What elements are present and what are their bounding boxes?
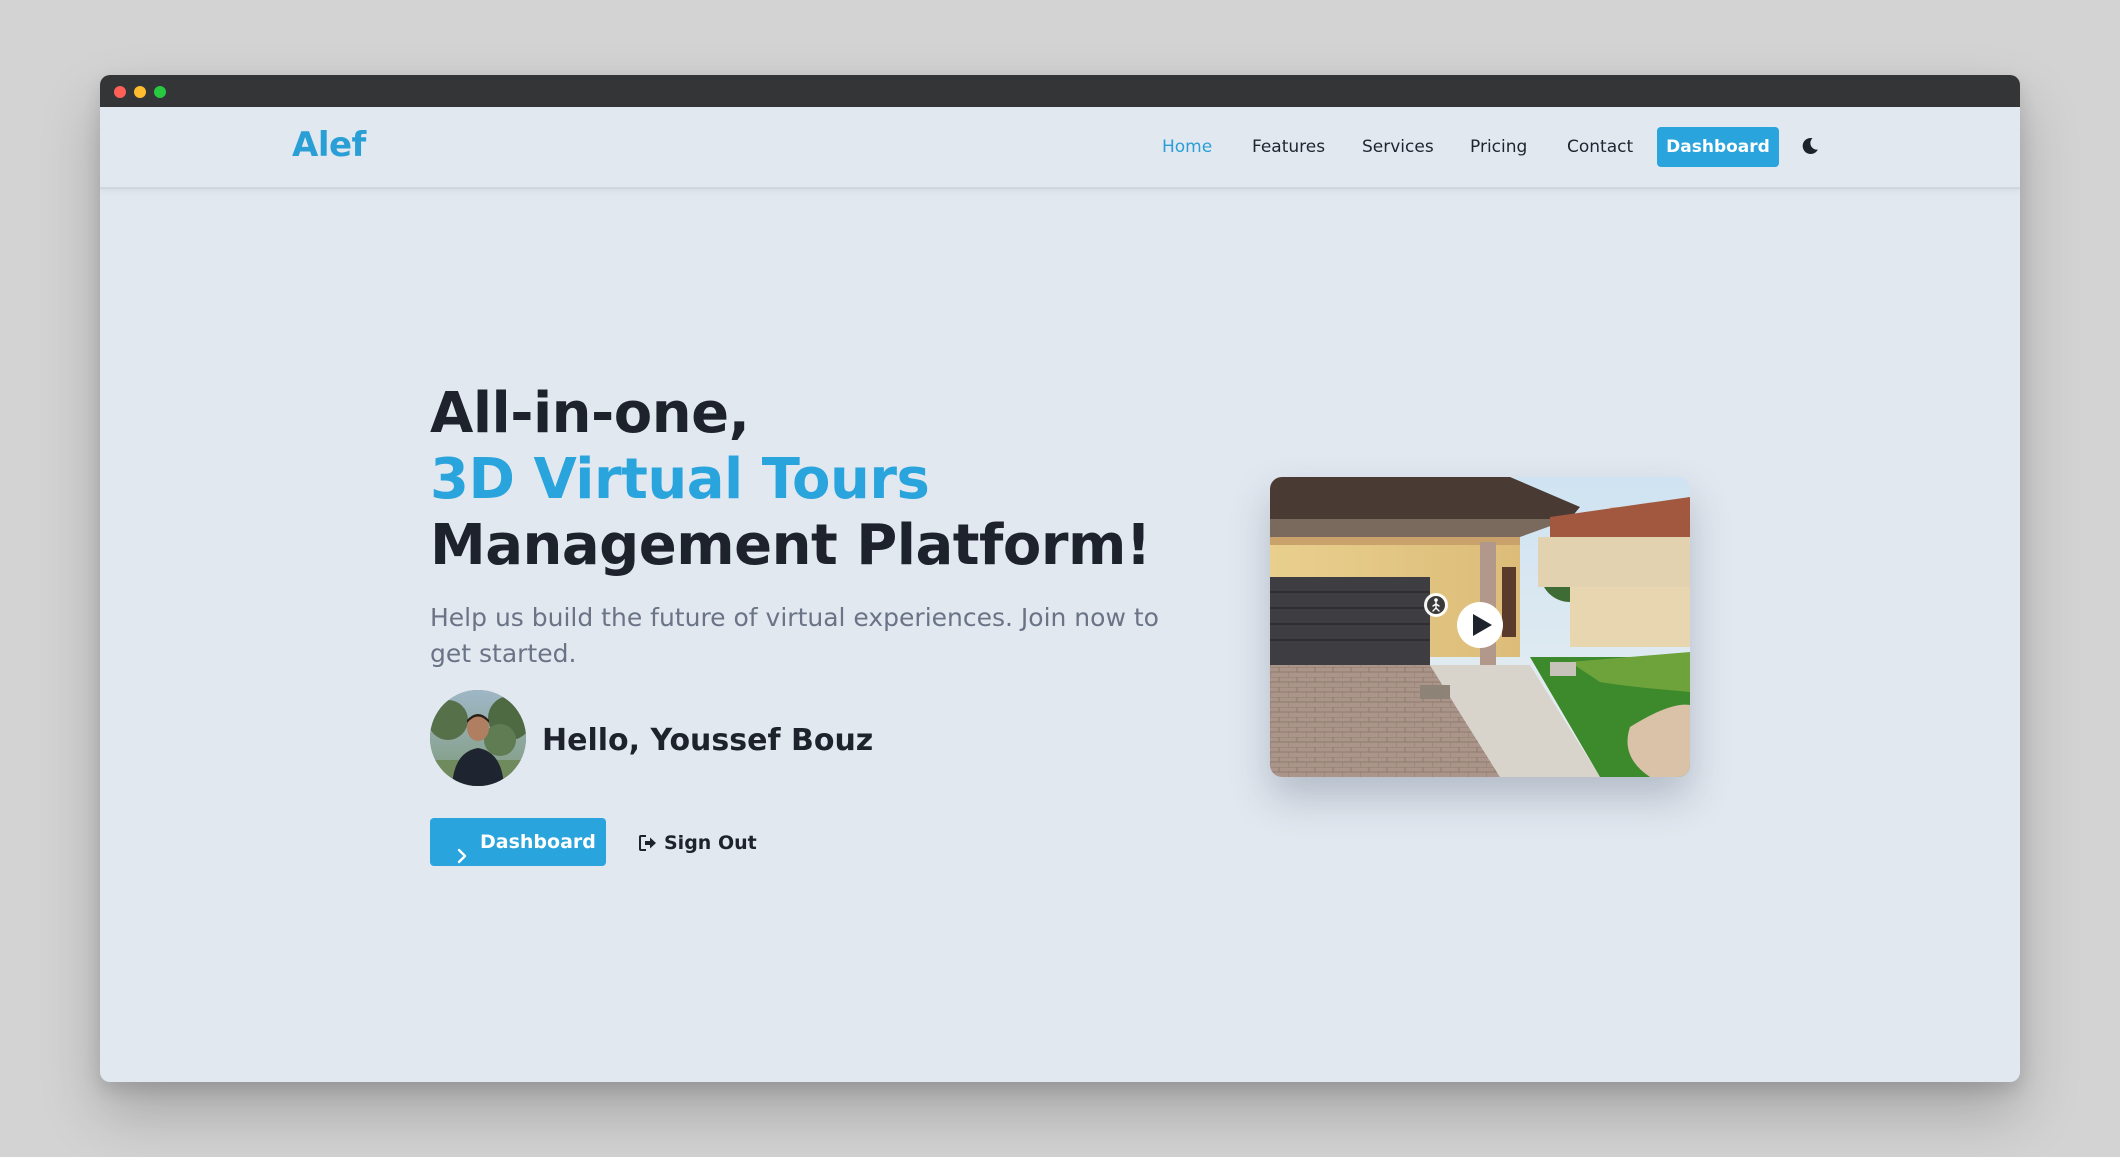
sign-out-icon [638, 834, 658, 852]
nav-services-link[interactable]: Services [1362, 137, 1434, 157]
navbar: Alef Home Features Services Pricing Cont… [100, 107, 2020, 189]
virtual-tour-preview[interactable] [1270, 477, 1690, 777]
hero-dashboard-button[interactable]: Dashboard [430, 818, 606, 866]
moon-icon[interactable] [1800, 136, 1820, 156]
nav-dashboard-button[interactable]: Dashboard [1657, 127, 1779, 167]
hero-subtitle: Help us build the future of virtual expe… [430, 603, 1159, 668]
nav-home-link[interactable]: Home [1162, 137, 1212, 157]
hero-dashboard-label: Dashboard [480, 831, 596, 853]
hero-title-line-3: Management Platform! [430, 513, 1151, 578]
nav-contact-link[interactable]: Contact [1567, 137, 1633, 157]
hero-title: All-in-one, 3D Virtual Tours Management … [430, 381, 1151, 579]
user-avatar [430, 690, 526, 786]
sign-out-label: Sign Out [664, 832, 757, 854]
user-greeting: Hello, Youssef Bouz [542, 723, 874, 758]
window-minimize-button[interactable] [134, 86, 146, 98]
chevron-right-icon [454, 834, 470, 864]
window-titlebar [100, 75, 2020, 107]
brand-logo[interactable]: Alef [292, 125, 366, 165]
nav-pricing-link[interactable]: Pricing [1470, 137, 1527, 157]
nav-features-link[interactable]: Features [1252, 137, 1325, 157]
hero-title-line-1: All-in-one, [430, 381, 750, 446]
browser-window: Alef Home Features Services Pricing Cont… [100, 75, 2020, 1082]
hero-title-highlight: 3D Virtual Tours [430, 447, 930, 512]
window-close-button[interactable] [114, 86, 126, 98]
window-maximize-button[interactable] [154, 86, 166, 98]
